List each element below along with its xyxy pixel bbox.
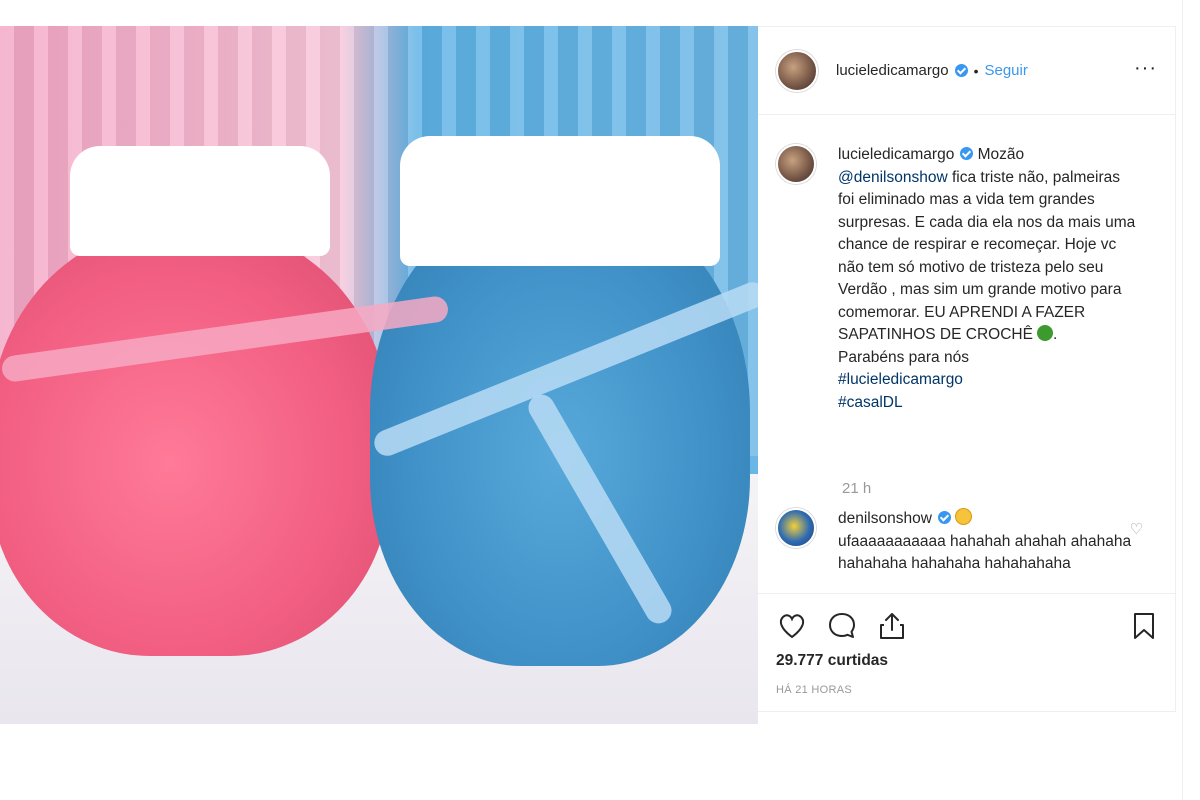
likes-number: 29.777 <box>776 652 824 669</box>
verified-badge-icon <box>954 64 968 77</box>
follow-button[interactable]: Seguir <box>984 62 1027 79</box>
heart-icon[interactable] <box>776 610 808 642</box>
post-header: lucieledicamargo • Seguir ··· <box>758 27 1175 115</box>
blue-bootie-cuff <box>400 136 720 266</box>
verified-badge-icon <box>960 147 974 160</box>
bookmark-icon[interactable] <box>1128 610 1160 642</box>
caption-thanks: Parabéns para nós <box>838 348 969 366</box>
post-timestamp[interactable]: HÁ 21 HORAS <box>776 684 852 696</box>
reply-username[interactable]: denilsonshow <box>838 510 932 527</box>
more-options-icon[interactable]: ··· <box>1134 57 1157 80</box>
verified-badge-icon <box>937 511 951 524</box>
post-panel: lucieledicamargo • Seguir ··· lucieledic… <box>758 26 1176 712</box>
caption-intro: Mozão <box>977 146 1025 163</box>
pink-bootie <box>0 226 390 656</box>
hashtag-link[interactable]: #casalDL <box>838 394 903 411</box>
share-icon[interactable] <box>876 610 908 642</box>
caption-body-tail: . <box>1052 326 1058 343</box>
page-scrollbar[interactable] <box>1182 0 1200 800</box>
smile-emoji-icon <box>954 508 972 525</box>
reply-body: ufaaaaaaaaaaa hahahah ahahah ahahaha hah… <box>838 532 1132 573</box>
header-separator: • <box>973 62 979 79</box>
pink-bootie-cuff <box>70 146 330 256</box>
post-image[interactable] <box>0 26 758 724</box>
likes-word: curtidas <box>827 652 889 669</box>
author-username[interactable]: lucieledicamargo <box>836 62 949 79</box>
caption-text: lucieledicamargo Mozão @denilsonshow fic… <box>838 144 1138 414</box>
reply-avatar[interactable] <box>776 508 816 548</box>
reply-comment: denilsonshow ufaaaaaaaaaaa hahahah ahaha… <box>776 508 1156 592</box>
reply-text: denilsonshow ufaaaaaaaaaaa hahahah ahaha… <box>838 508 1138 592</box>
like-comment-heart-icon[interactable]: ♡ <box>1130 520 1143 538</box>
likes-count[interactable]: 29.777 curtidas <box>776 652 888 670</box>
comment-icon[interactable] <box>826 610 858 642</box>
green-emoji-icon <box>1036 325 1053 341</box>
caption-avatar[interactable] <box>776 144 816 184</box>
caption-body: fica triste não, palmeiras foi eliminado… <box>838 168 1136 344</box>
author-avatar[interactable] <box>776 49 818 92</box>
post-actions: 29.777 curtidas HÁ 21 HORAS <box>758 593 1175 713</box>
caption-timestamp[interactable]: 21 h <box>842 480 871 497</box>
hashtag-link[interactable]: #lucieledicamargo <box>838 371 963 388</box>
caption-comment: lucieledicamargo Mozão @denilsonshow fic… <box>776 144 1156 414</box>
caption-username[interactable]: lucieledicamargo <box>838 146 954 163</box>
mention-link[interactable]: @denilsonshow <box>838 169 948 186</box>
comments-section[interactable]: lucieledicamargo Mozão @denilsonshow fic… <box>758 116 1175 594</box>
